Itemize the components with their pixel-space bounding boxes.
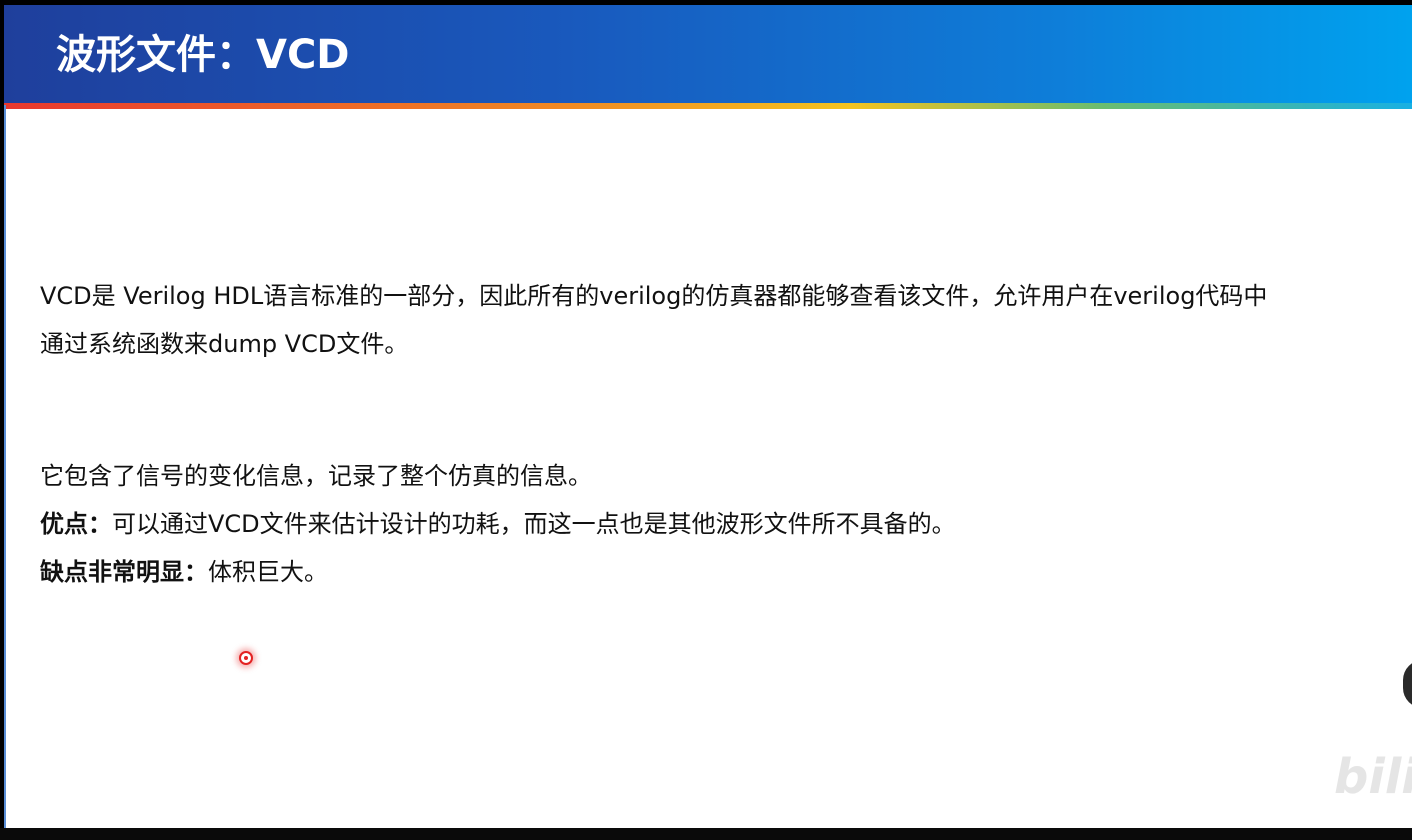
laser-pointer-icon (239, 651, 253, 665)
paragraph-line: VCD是 Verilog HDL语言标准的一部分，因此所有的verilog的仿真… (40, 282, 1268, 310)
disadvantage-text: 体积巨大。 (208, 558, 328, 586)
disadvantage-label: 缺点非常明显： (40, 558, 208, 586)
paragraph-vcd-intro: VCD是 Verilog HDL语言标准的一部分，因此所有的verilog的仿真… (40, 272, 1267, 368)
disadvantage-line: 缺点非常明显：体积巨大。 (40, 548, 956, 596)
paragraph-vcd-details: 它包含了信号的变化信息，记录了整个仿真的信息。 优点：可以通过VCD文件来估计设… (40, 452, 956, 596)
title-accent-stripe (4, 103, 1412, 109)
bilibili-watermark: bilib (1334, 749, 1412, 805)
bottom-bar (0, 828, 1412, 840)
left-border (4, 105, 6, 828)
slide: 波形文件：VCD VCD是 Verilog HDL语言标准的一部分，因此所有的v… (4, 5, 1412, 828)
slide-title: 波形文件：VCD (56, 32, 350, 78)
advantage-label: 优点： (40, 510, 112, 538)
advantage-text: 可以通过VCD文件来估计设计的功耗，而这一点也是其他波形文件所不具备的。 (112, 510, 956, 538)
paragraph-line: 它包含了信号的变化信息，记录了整个仿真的信息。 (40, 462, 592, 490)
advantage-line: 优点：可以通过VCD文件来估计设计的功耗，而这一点也是其他波形文件所不具备的。 (40, 500, 956, 548)
title-bar: 波形文件：VCD (4, 5, 1412, 103)
paragraph-line: 通过系统函数来dump VCD文件。 (40, 330, 409, 358)
